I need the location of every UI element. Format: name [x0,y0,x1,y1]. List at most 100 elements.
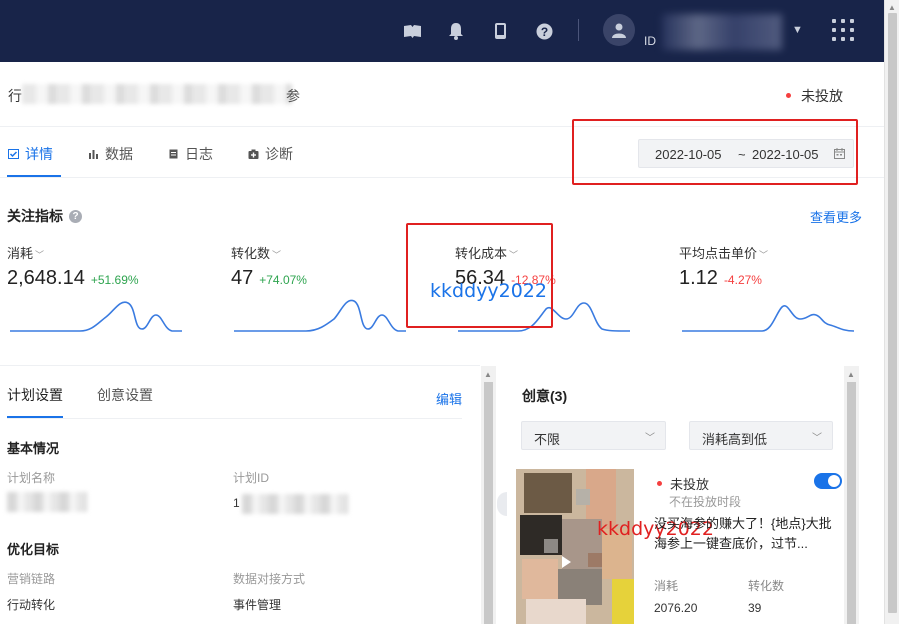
active-tab-indicator [7,175,61,177]
play-icon[interactable] [562,556,571,568]
tab-creative-settings[interactable]: 创意设置 [97,385,153,405]
metric-avg-cpc: 平均点击单价 ﹀ 1.12 -4.27% [679,243,879,289]
tab-diagnosis[interactable]: 诊断 [248,144,293,164]
subtab-divider [7,418,462,419]
metric-change: +51.69% [90,273,139,287]
phone-icon[interactable] [490,21,510,41]
scroll-up-icon[interactable]: ▲ [484,370,492,379]
left-panel-scrollbar[interactable]: ▲ [481,366,496,624]
metric-spend: 消耗 ﹀ 2,648.14 +51.69% [7,243,207,289]
creative-enable-toggle[interactable] [814,473,842,489]
tab-data[interactable]: 数据 [88,144,133,164]
scrollbar-thumb[interactable] [847,382,856,624]
sparkline-avg-cpc [682,304,854,332]
top-nav-bar: ? ID ▼ [0,0,884,62]
metric-value: 1.12 [679,267,718,289]
help-icon[interactable]: ? [534,21,554,41]
metric-value: 2,648.14 [7,267,85,289]
svg-text:?: ? [540,25,547,39]
tab-log[interactable]: 日志 [168,144,213,164]
chevron-down-icon: ﹀ [812,433,822,444]
metric-label[interactable]: 转化数 ﹀ [231,243,431,262]
metric-change: +74.07% [259,273,307,287]
tab-details[interactable]: 详情 [8,144,53,164]
metric-conversions: 转化数 ﹀ 47 +74.07% [231,243,431,289]
metric-label[interactable]: 转化成本 ﹀ [455,243,655,262]
diagnosis-icon [248,149,259,159]
data-method-value: 事件管理 [233,598,282,612]
topbar-divider [578,19,579,41]
scrollbar-thumb[interactable] [888,13,897,613]
plan-header: 行 参 未投放 [0,62,884,127]
bar-chart-icon [89,150,98,159]
page-scrollbar[interactable]: ▲ [884,0,899,624]
help-circle-icon[interactable]: ? [69,209,82,223]
metric-value: 47 [231,267,254,289]
creative-kpi-label-conversions: 转化数 [748,579,785,593]
scrollbar-thumb[interactable] [484,382,493,624]
bell-icon[interactable] [446,21,466,41]
creative-status: 未投放 [657,474,709,493]
redacted-plan-id-value [242,494,348,514]
date-separator: ~ [738,147,746,162]
funnel-value: 行动转化 [7,598,56,612]
tab-plan-settings[interactable]: 计划设置 [7,385,63,405]
metric-change: -4.27% [723,273,762,287]
app-grid-icon[interactable] [832,19,854,41]
creative-video-thumbnail[interactable] [516,469,634,624]
creative-panel-title: 创意(3) [522,388,568,404]
metric-cost-per-conversion: 转化成本 ﹀ 56.34 -12.87% [455,243,655,289]
edit-link[interactable]: 编辑 [436,389,462,408]
date-end[interactable]: 2022-10-05 [752,147,819,162]
chevron-down-icon: ﹀ [759,250,769,260]
optimization-heading: 优化目标 [7,542,60,557]
sort-select[interactable]: 消耗高到低 ﹀ [689,421,833,450]
creative-kpi-label-spend: 消耗 [654,579,679,593]
redacted-plan-name-value [7,492,87,512]
plan-status: 未投放 [786,86,843,106]
plan-id-label: 计划ID [233,471,270,485]
user-info[interactable]: ID [644,12,784,52]
status-filter-select[interactable]: 不限 ﹀ [521,421,666,450]
sparkline-spend [10,301,182,332]
user-id-prefix: ID [644,34,656,48]
creative-sub-status: 不在投放时段 [669,495,742,509]
plan-name-suffix: 参 [286,88,300,104]
metric-label[interactable]: 消耗 ﹀ [7,243,207,262]
details-icon [8,149,19,159]
status-dot [657,481,662,487]
scroll-up-icon[interactable]: ▲ [847,370,855,379]
calendar-icon[interactable] [834,148,845,159]
data-method-label: 数据对接方式 [233,572,306,586]
creative-panel-scrollbar[interactable]: ▲ [844,366,859,624]
chevron-down-icon: ﹀ [272,250,282,260]
chevron-down-icon: ﹀ [645,433,655,444]
section-divider [0,365,480,366]
user-icon[interactable] [603,14,635,46]
plan-id-prefix: 1 [233,496,240,510]
watermark-text: kkddyy2022 [430,280,547,302]
chevron-down-icon: ﹀ [509,250,519,260]
toggle-knob [828,475,840,487]
metric-label[interactable]: 平均点击单价 ﹀ [679,243,879,262]
status-dot [786,92,791,98]
log-icon [169,149,178,159]
date-start[interactable]: 2022-10-05 [655,147,722,162]
see-more-link[interactable]: 查看更多 [810,207,862,226]
scroll-up-icon[interactable]: ▲ [888,3,896,12]
book-icon[interactable] [402,21,422,41]
creative-kpi-value-conversions: 39 [748,601,762,615]
date-range-picker[interactable]: 2022-10-05 ~ 2022-10-05 [638,139,854,168]
metrics-section-title: 关注指标 ? [7,206,82,226]
chevron-down-icon: ﹀ [35,250,45,260]
basic-info-heading: 基本情况 [7,441,60,456]
plan-name-label: 计划名称 [7,471,56,485]
redacted-plan-name [22,84,292,104]
caret-down-icon[interactable]: ▼ [792,24,803,36]
plan-name-prefix: 行 [8,88,22,104]
redacted-username [662,14,782,50]
funnel-label: 营销链路 [7,572,56,586]
creative-kpi-value-spend: 2076.20 [654,601,698,615]
collapse-handle[interactable] [497,492,507,516]
sparkline-conversions [234,299,406,332]
